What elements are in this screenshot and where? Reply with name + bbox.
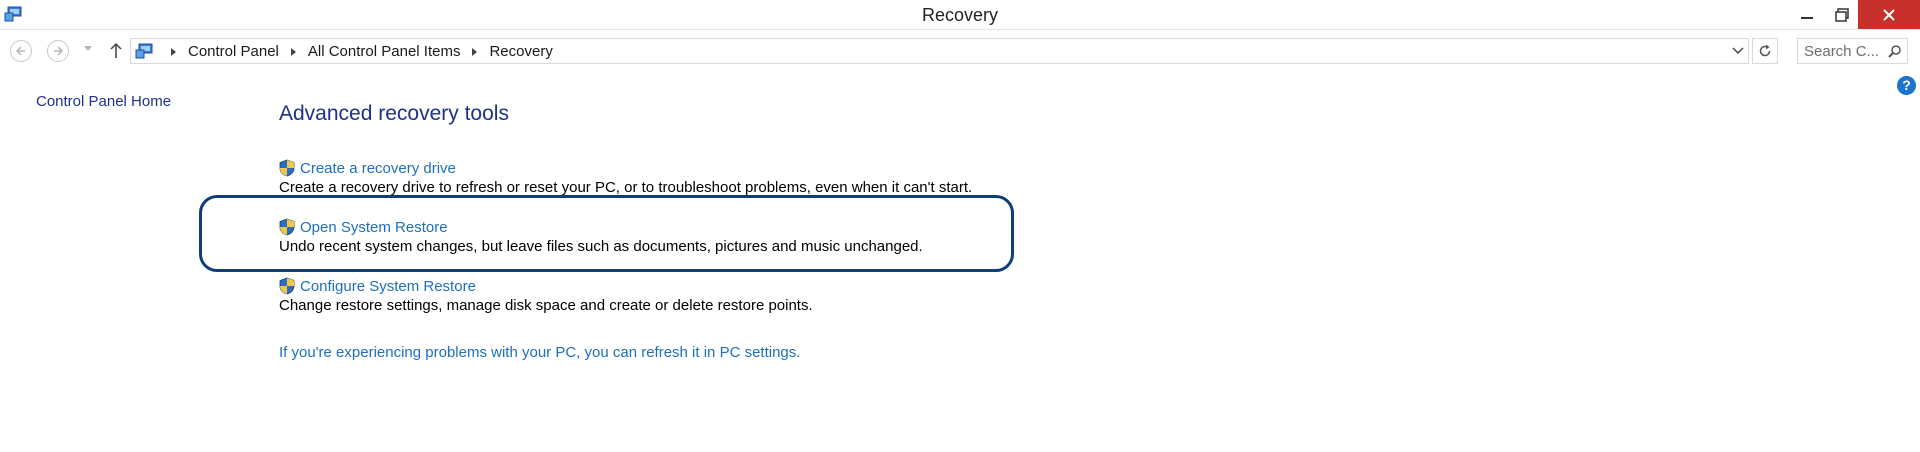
window-title: Recovery	[921, 5, 999, 25]
breadcrumb-separator-icon[interactable]	[472, 47, 478, 56]
configure-system-restore-description: Change restore settings, manage disk spa…	[279, 297, 813, 314]
breadcrumb: Control Panel All Control Panel Items Re…	[159, 43, 553, 60]
control-panel-home-link[interactable]: Control Panel Home	[36, 93, 171, 110]
help-icon[interactable]: ?	[1897, 76, 1916, 95]
create-recovery-drive-link[interactable]: Create a recovery drive	[279, 158, 1039, 178]
recovery-option-configure-system-restore: Configure System Restore Change restore …	[279, 276, 1039, 315]
page-title: Advanced recovery tools	[279, 102, 509, 125]
maximize-button[interactable]	[1825, 0, 1859, 29]
search-icon[interactable]	[1888, 44, 1902, 58]
breadcrumb-control-panel[interactable]: Control Panel	[188, 43, 279, 60]
close-button[interactable]	[1858, 0, 1920, 29]
refresh-button[interactable]	[1752, 38, 1778, 64]
forward-arrow-icon	[54, 46, 64, 56]
uac-shield-icon	[279, 277, 295, 295]
chevron-down-icon[interactable]	[84, 46, 92, 52]
control-panel-icon	[135, 43, 153, 59]
breadcrumb-separator-icon[interactable]	[290, 47, 296, 56]
breadcrumb-all-items[interactable]: All Control Panel Items	[308, 43, 461, 60]
minimize-button[interactable]	[1790, 0, 1824, 29]
address-toolbar: Control Panel All Control Panel Items Re…	[0, 32, 1920, 68]
forward-button[interactable]	[47, 40, 69, 62]
maximize-icon	[1835, 7, 1849, 22]
close-icon	[1883, 8, 1895, 21]
search-placeholder: Search C...	[1804, 43, 1880, 60]
refresh-pc-settings-link[interactable]: If you're experiencing problems with you…	[279, 344, 800, 361]
configure-system-restore-link[interactable]: Configure System Restore	[279, 276, 1039, 296]
breadcrumb-recovery[interactable]: Recovery	[489, 43, 552, 60]
up-arrow-icon	[110, 42, 122, 58]
back-arrow-icon	[15, 46, 25, 56]
recovery-option-create-drive: Create a recovery drive Create a recover…	[279, 158, 1039, 197]
create-recovery-drive-label: Create a recovery drive	[300, 159, 456, 177]
up-button[interactable]	[106, 40, 126, 62]
address-bar[interactable]: Control Panel All Control Panel Items Re…	[130, 38, 1749, 64]
minimize-icon	[1801, 16, 1813, 19]
highlight-annotation	[199, 195, 1014, 272]
back-button[interactable]	[10, 40, 32, 62]
title-bar: Recovery	[0, 0, 1920, 30]
address-dropdown-icon[interactable]	[1732, 46, 1744, 56]
configure-system-restore-label: Configure System Restore	[300, 277, 476, 295]
refresh-icon	[1759, 44, 1771, 57]
breadcrumb-separator-icon[interactable]	[171, 47, 176, 56]
search-input[interactable]: Search C...	[1797, 38, 1908, 64]
create-recovery-drive-description: Create a recovery drive to refresh or re…	[279, 179, 973, 196]
uac-shield-icon	[279, 159, 295, 177]
